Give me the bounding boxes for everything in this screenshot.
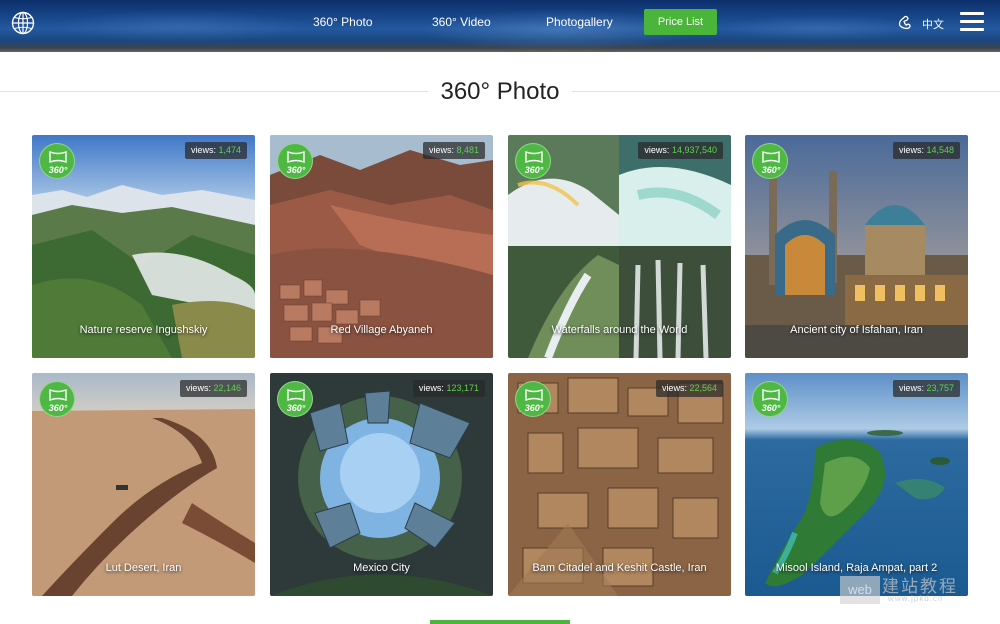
badge-360: 360° [752, 143, 788, 179]
panorama-icon [762, 388, 780, 402]
card-title: Ancient city of Isfahan, Iran [790, 324, 923, 336]
panorama-icon [525, 150, 543, 164]
page-title: 360° Photo [440, 78, 560, 105]
views-badge: views: 23,757 [892, 380, 960, 397]
badge-360: 360° [39, 381, 75, 417]
card-title: Nature reserve Ingushskiy [79, 324, 208, 336]
price-list-button[interactable]: Price List [644, 9, 717, 35]
card-title: Waterfalls around the World [551, 324, 688, 336]
photo-card[interactable]: 360° views: 22,146 Lut Desert, Iran [32, 373, 255, 596]
views-badge: views: 14,937,540 [638, 142, 723, 159]
badge-360: 360° [515, 143, 551, 179]
show-more-button[interactable] [430, 620, 570, 624]
views-badge: views: 22,146 [179, 380, 247, 397]
views-badge: views: 14,548 [892, 142, 960, 159]
photo-card[interactable]: 360° views: 8,481 Red Village Abyaneh [270, 135, 493, 358]
views-badge: views: 22,564 [655, 380, 723, 397]
panorama-icon [762, 150, 780, 164]
hamburger-menu-icon[interactable] [960, 12, 984, 32]
badge-360: 360° [752, 381, 788, 417]
card-title: Mexico City [353, 562, 410, 574]
card-title: Red Village Abyaneh [330, 324, 433, 336]
views-badge: views: 123,171 [412, 380, 485, 397]
badge-360: 360° [39, 143, 75, 179]
photo-card[interactable]: 360° views: 14,937,540 Waterfalls around… [508, 135, 731, 358]
views-badge: views: 1,474 [184, 142, 247, 159]
panorama-icon [49, 150, 67, 164]
nav-photogallery[interactable]: Photogallery [546, 15, 613, 29]
panorama-icon [287, 150, 305, 164]
views-badge: views: 8,481 [422, 142, 485, 159]
section-header: 360° Photo [0, 78, 1000, 106]
card-title: Bam Citadel and Keshit Castle, Iran [532, 562, 707, 574]
panorama-icon [287, 388, 305, 402]
nav-360-video[interactable]: 360° Video [432, 15, 491, 29]
photo-card[interactable]: 360° views: 123,171 Mexico City [270, 373, 493, 596]
watermark-logo: web 建站教程 www.jpkd.cn [840, 570, 990, 610]
top-header: 360° Photo 360° Video Photogallery Price… [0, 0, 1000, 52]
main-nav: 360° Photo 360° Video Photogallery Price… [0, 0, 1000, 46]
panorama-icon [525, 388, 543, 402]
card-title: Lut Desert, Iran [105, 562, 182, 574]
photo-card[interactable]: 360° views: 22,564 Bam Citadel and Keshi… [508, 373, 731, 596]
badge-360: 360° [277, 381, 313, 417]
badge-360: 360° [515, 381, 551, 417]
photo-card[interactable]: 360° views: 1,474 Nature reserve Ingushs… [32, 135, 255, 358]
photo-card[interactable]: 360° views: 23,757 Misool Island, Raja A… [745, 373, 968, 596]
phone-icon[interactable] [897, 13, 915, 31]
badge-360: 360° [277, 143, 313, 179]
panorama-icon [49, 388, 67, 402]
photo-card[interactable]: 360° views: 14,548 Ancient city of Isfah… [745, 135, 968, 358]
language-switch[interactable]: 中文 [922, 16, 944, 32]
nav-360-photo[interactable]: 360° Photo [313, 15, 373, 29]
